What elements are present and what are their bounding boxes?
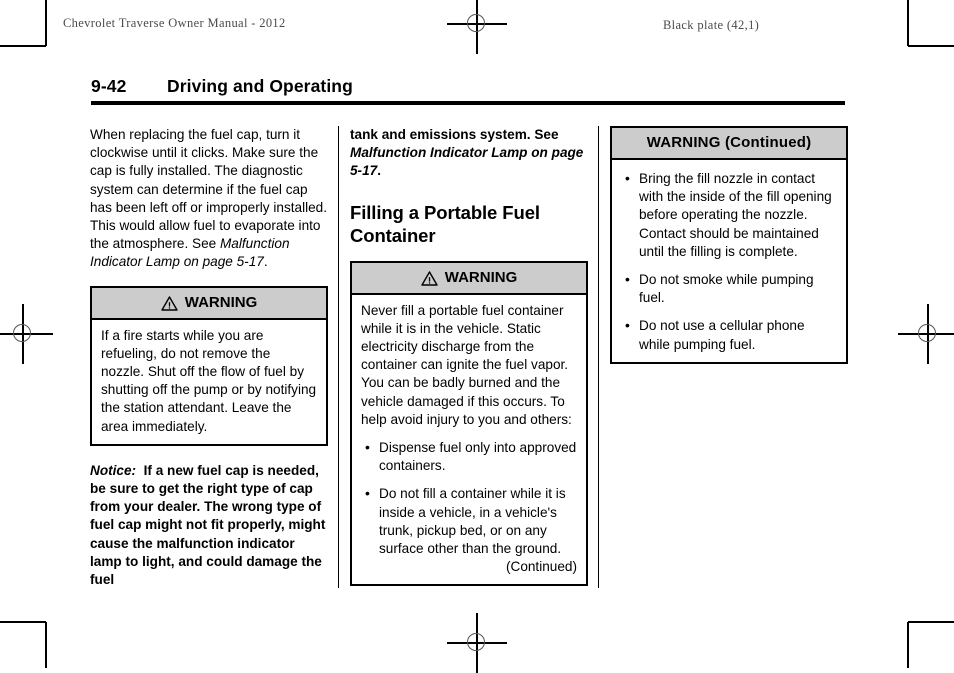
list-item: Do not fill a container while it is insi…	[361, 484, 577, 558]
text-column-2: tank and emissions system. See Malfuncti…	[350, 126, 588, 587]
registration-crosshair-icon-circle	[467, 14, 485, 32]
warning-box-portable-container: WARNING Never fill a portable fuel conta…	[350, 260, 588, 587]
page-title: 9-42 Driving and Operating	[91, 76, 845, 105]
text-column-1: When replacing the fuel cap, turn it clo…	[90, 126, 328, 589]
notice-text: If a new fuel cap is needed, be sure to …	[90, 462, 326, 588]
warning-box-fire: WARNING If a fire starts while you are r…	[90, 285, 328, 446]
warning-box-continued: WARNING (Continued) Bring the fill nozzl…	[610, 126, 848, 364]
registration-mark-top	[447, 0, 507, 54]
warning-box-header: WARNING (Continued)	[612, 128, 846, 160]
warning-box-header: WARNING	[92, 287, 326, 320]
crop-mark-top-right-horizontal	[908, 45, 954, 47]
running-head-right: Black plate (42,1)	[663, 18, 760, 32]
crop-mark-bottom-left-horizontal	[0, 621, 46, 623]
running-head-left: Chevrolet Traverse Owner Manual - 2012	[63, 16, 286, 30]
paragraph-fuel-cap-text: When replacing the fuel cap, turn it clo…	[90, 127, 328, 252]
column-divider-1	[338, 126, 339, 588]
crop-mark-bottom-left-vertical	[45, 622, 47, 668]
registration-mark-right	[898, 304, 954, 364]
warning-continued-label: (Continued)	[505, 559, 577, 575]
warning-triangle-icon	[421, 270, 438, 286]
registration-crosshair-icon-circle	[13, 324, 31, 342]
list-item: Do not smoke while pumping fuel.	[621, 270, 837, 307]
warning-box-title: WARNING	[184, 293, 258, 311]
list-item: Bring the fill nozzle in contact with th…	[621, 169, 837, 261]
paragraph-fuel-cap: When replacing the fuel cap, turn it clo…	[90, 126, 328, 272]
notice-paragraph: Notice: If a new fuel cap is needed, be …	[90, 462, 328, 589]
crop-mark-top-right-vertical	[907, 0, 909, 46]
list-item: Do not use a cellular phone while pumpin…	[621, 316, 837, 353]
paragraph-fuel-cap-period: .	[263, 254, 268, 270]
warning-box-text: If a fire starts while you are refueling…	[101, 327, 317, 434]
paragraph-continuation-text: tank and emissions system. See	[350, 127, 559, 142]
warning-bullet-list: Bring the fill nozzle in contact with th…	[621, 169, 837, 354]
warning-box-text: Never fill a portable fuel container whi…	[361, 302, 572, 427]
section-heading-portable-fuel-container: Filling a Portable Fuel Container	[350, 201, 540, 246]
warning-box-body: Bring the fill nozzle in contact with th…	[612, 160, 846, 362]
registration-crosshair-icon-circle	[467, 633, 485, 651]
registration-mark-left	[0, 304, 53, 364]
notice-label: Notice:	[90, 462, 137, 478]
warning-bullet-list: Dispense fuel only into approved contain…	[361, 438, 577, 558]
warning-box-title: WARNING	[444, 268, 518, 286]
page-heading: Driving and Operating	[167, 76, 353, 96]
column-divider-2	[598, 126, 599, 588]
warning-box-title: WARNING (Continued)	[646, 134, 812, 151]
page-number: 9-42	[91, 76, 127, 96]
warning-box-body: If a fire starts while you are refueling…	[92, 320, 326, 444]
crop-mark-top-left-vertical	[45, 0, 47, 46]
paragraph-continuation-period: .	[377, 163, 381, 179]
crop-mark-bottom-right-vertical	[907, 622, 909, 668]
paragraph-continuation: tank and emissions system. See Malfuncti…	[350, 126, 588, 181]
warning-box-body: Never fill a portable fuel container whi…	[352, 295, 586, 585]
warning-box-header: WARNING	[352, 262, 586, 295]
crop-mark-top-left-horizontal	[0, 45, 46, 47]
text-column-3: WARNING (Continued) Bring the fill nozzl…	[610, 126, 848, 364]
registration-crosshair-icon-circle	[918, 324, 936, 342]
page-title-rule	[91, 101, 845, 105]
warning-triangle-icon	[161, 295, 178, 311]
cross-reference-malfunction-lamp[interactable]: Malfunction Indicator Lamp on page 5-17	[350, 145, 583, 178]
registration-mark-bottom	[447, 613, 507, 673]
list-item: Dispense fuel only into approved contain…	[361, 438, 577, 475]
crop-mark-bottom-right-horizontal	[908, 621, 954, 623]
